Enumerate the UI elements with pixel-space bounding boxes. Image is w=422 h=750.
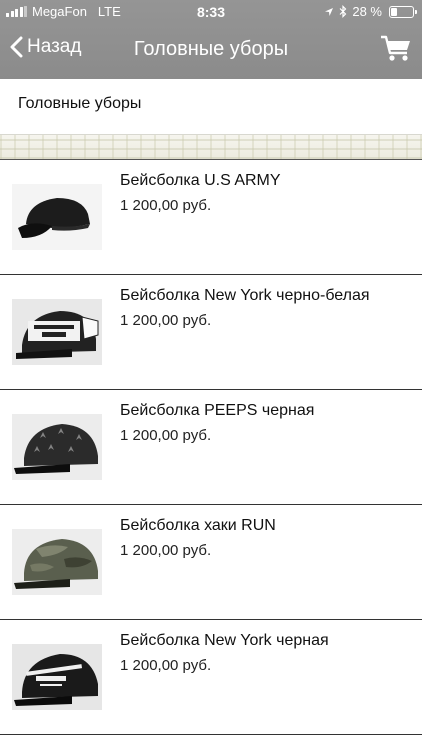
status-bar: MegaFon LTE 8:33 28 % (0, 0, 422, 24)
battery-icon (389, 5, 417, 18)
product-name: Бейсболка U.S ARMY (120, 172, 281, 189)
product-item[interactable]: Бейсболка PEEPS черная 1 200,00 руб. (0, 390, 422, 505)
category-header: Головные уборы (0, 79, 422, 134)
product-price: 1 200,00 руб. (120, 427, 212, 444)
bluetooth-icon (339, 5, 347, 18)
product-price: 1 200,00 руб. (120, 542, 212, 559)
product-item[interactable]: Бейсболка New York черно-белая 1 200,00 … (0, 275, 422, 390)
product-image (12, 299, 102, 365)
product-image (12, 644, 102, 710)
product-name: Бейсболка New York черно-белая (120, 287, 370, 304)
product-price: 1 200,00 руб. (120, 197, 212, 214)
navigation-bar: Назад Головные уборы (0, 24, 422, 79)
product-name: Бейсболка хаки RUN (120, 517, 276, 534)
product-price: 1 200,00 руб. (120, 312, 212, 329)
product-item[interactable]: Бейсболка U.S ARMY 1 200,00 руб. (0, 160, 422, 275)
product-image (12, 529, 102, 595)
product-image (12, 414, 102, 480)
product-item[interactable]: Бейсболка хаки RUN 1 200,00 руб. (0, 505, 422, 620)
product-image (12, 184, 102, 250)
product-name: Бейсболка PEEPS черная (120, 402, 315, 419)
cart-icon[interactable] (380, 32, 412, 64)
product-name: Бейсболка New York черная (120, 632, 329, 649)
decorative-banner (0, 134, 422, 160)
top-bar: MegaFon LTE 8:33 28 % Назад Головные убо… (0, 0, 422, 79)
location-icon (325, 7, 334, 16)
category-title: Головные уборы (18, 95, 142, 112)
product-item[interactable]: Бейсболка New York черная 1 200,00 руб. (0, 620, 422, 735)
status-right: 28 % (324, 4, 417, 19)
product-price: 1 200,00 руб. (120, 657, 212, 674)
product-list: Бейсболка U.S ARMY 1 200,00 руб. Бейсбол… (0, 160, 422, 750)
product-item-partial[interactable] (0, 735, 422, 750)
battery-percent: 28 % (352, 4, 382, 19)
page-title: Головные уборы (133, 38, 289, 60)
